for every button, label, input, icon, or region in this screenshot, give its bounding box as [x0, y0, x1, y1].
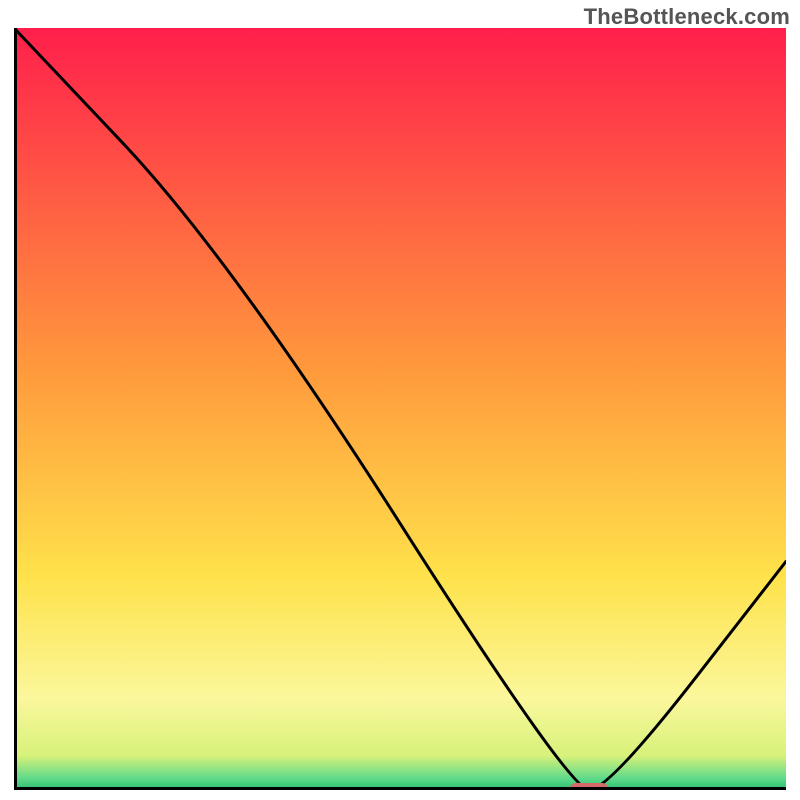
chart-frame [14, 28, 786, 790]
gradient-background [14, 28, 786, 790]
chart-stage: TheBottleneck.com [0, 0, 800, 800]
bottleneck-chart [14, 28, 786, 790]
watermark-text: TheBottleneck.com [584, 4, 790, 30]
